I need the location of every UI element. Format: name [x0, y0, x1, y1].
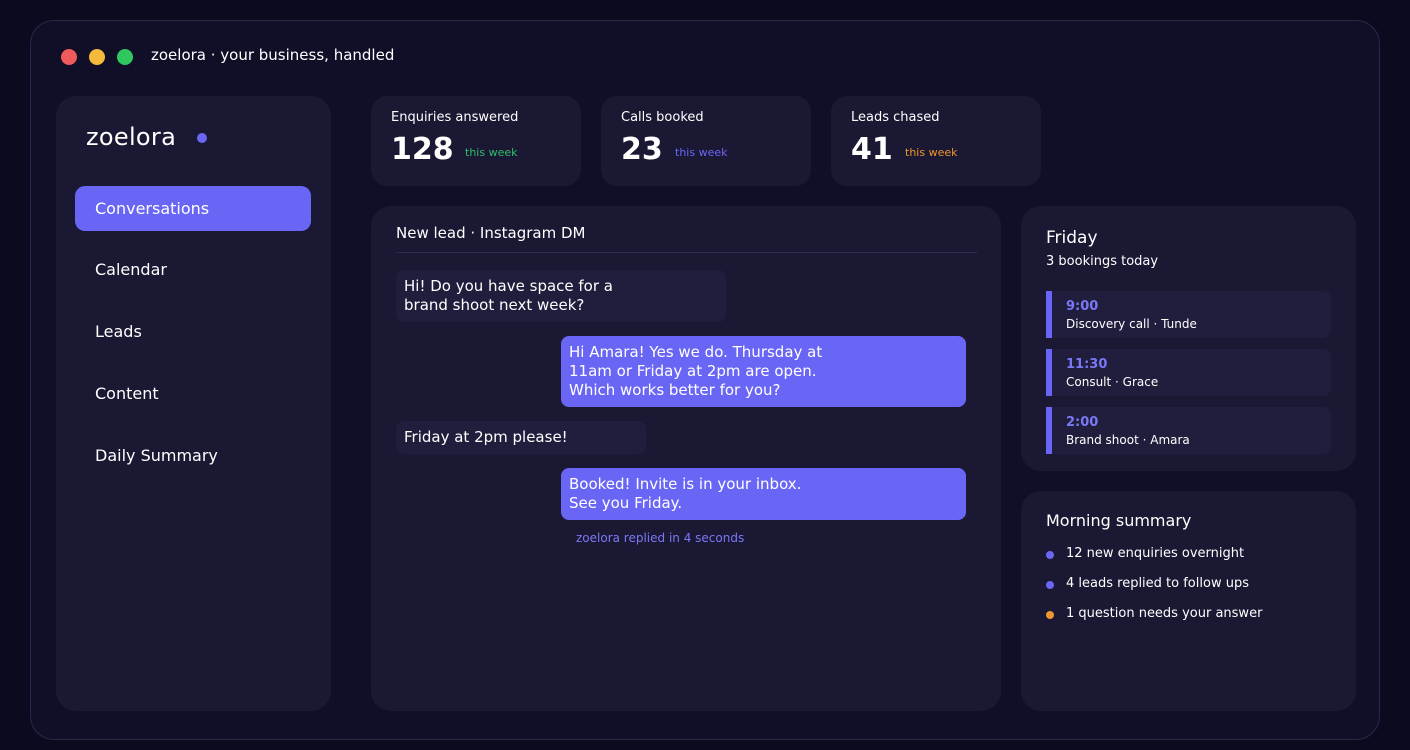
stat-label: Enquiries answered [391, 110, 519, 125]
close-window-button[interactable] [61, 49, 77, 65]
booking-description: Discovery call · Tunde [1066, 317, 1197, 331]
booking-item[interactable]: 11:30 Consult · Grace [1046, 349, 1331, 396]
message-incoming: Friday at 2pm please! [396, 421, 646, 454]
stat-value: 128 [391, 132, 454, 167]
brand-dot-icon [197, 133, 207, 143]
booking-item[interactable]: 2:00 Brand shoot · Amara [1046, 407, 1331, 454]
stat-note: this week [675, 146, 728, 159]
sidebar: zoelora Conversations Calendar Leads Con… [56, 96, 331, 711]
stat-note: this week [465, 146, 518, 159]
divider [396, 252, 977, 253]
message-outgoing: Booked! Invite is in your inbox. See you… [561, 468, 966, 520]
schedule-panel: Friday 3 bookings today 9:00 Discovery c… [1021, 206, 1356, 471]
reply-time-note: zoelora replied in 4 seconds [576, 531, 745, 545]
brand-logo-text: zoelora [86, 123, 177, 151]
stat-note: this week [905, 146, 958, 159]
window-title: zoelora · your business, handled [151, 46, 395, 64]
summary-item-text: 12 new enquiries overnight [1066, 546, 1245, 561]
stat-label: Calls booked [621, 110, 704, 125]
sidebar-item-content[interactable]: Content [75, 371, 311, 416]
message-incoming: Hi! Do you have space for a brand shoot … [396, 270, 726, 322]
conversation-header: New lead · Instagram DM [396, 224, 586, 242]
summary-title: Morning summary [1046, 511, 1192, 530]
booking-description: Brand shoot · Amara [1066, 433, 1190, 447]
stat-value: 41 [851, 132, 893, 167]
schedule-day: Friday [1046, 228, 1098, 248]
stat-card-leads: Leads chased 41 this week [831, 96, 1041, 186]
booking-time: 11:30 [1066, 357, 1108, 372]
booking-time: 9:00 [1066, 299, 1099, 314]
summary-item-text: 4 leads replied to follow ups [1066, 576, 1249, 591]
app-window: zoelora · your business, handled zoelora… [30, 20, 1380, 740]
message-outgoing: Hi Amara! Yes we do. Thursday at 11am or… [561, 336, 966, 407]
sidebar-item-calendar[interactable]: Calendar [75, 247, 311, 292]
stat-label: Leads chased [851, 110, 940, 125]
stat-value: 23 [621, 132, 663, 167]
minimize-window-button[interactable] [89, 49, 105, 65]
summary-item-text: 1 question needs your answer [1066, 606, 1263, 621]
booking-item[interactable]: 9:00 Discovery call · Tunde [1046, 291, 1331, 338]
booking-description: Consult · Grace [1066, 375, 1159, 389]
stat-card-enquiries: Enquiries answered 128 this week [371, 96, 581, 186]
maximize-window-button[interactable] [117, 49, 133, 65]
title-bar: zoelora · your business, handled [31, 21, 1379, 91]
sidebar-item-daily-summary[interactable]: Daily Summary [75, 433, 311, 478]
stat-card-calls: Calls booked 23 this week [601, 96, 811, 186]
booking-time: 2:00 [1066, 415, 1099, 430]
sidebar-item-conversations[interactable]: Conversations [75, 186, 311, 231]
bullet-dot-icon [1046, 611, 1054, 619]
bullet-dot-icon [1046, 551, 1054, 559]
morning-summary-panel: Morning summary 12 new enquiries overnig… [1021, 491, 1356, 711]
booking-count: 3 bookings today [1046, 254, 1159, 269]
conversation-panel: New lead · Instagram DM Hi! Do you have … [371, 206, 1001, 711]
bullet-dot-icon [1046, 581, 1054, 589]
sidebar-item-leads[interactable]: Leads [75, 309, 311, 354]
